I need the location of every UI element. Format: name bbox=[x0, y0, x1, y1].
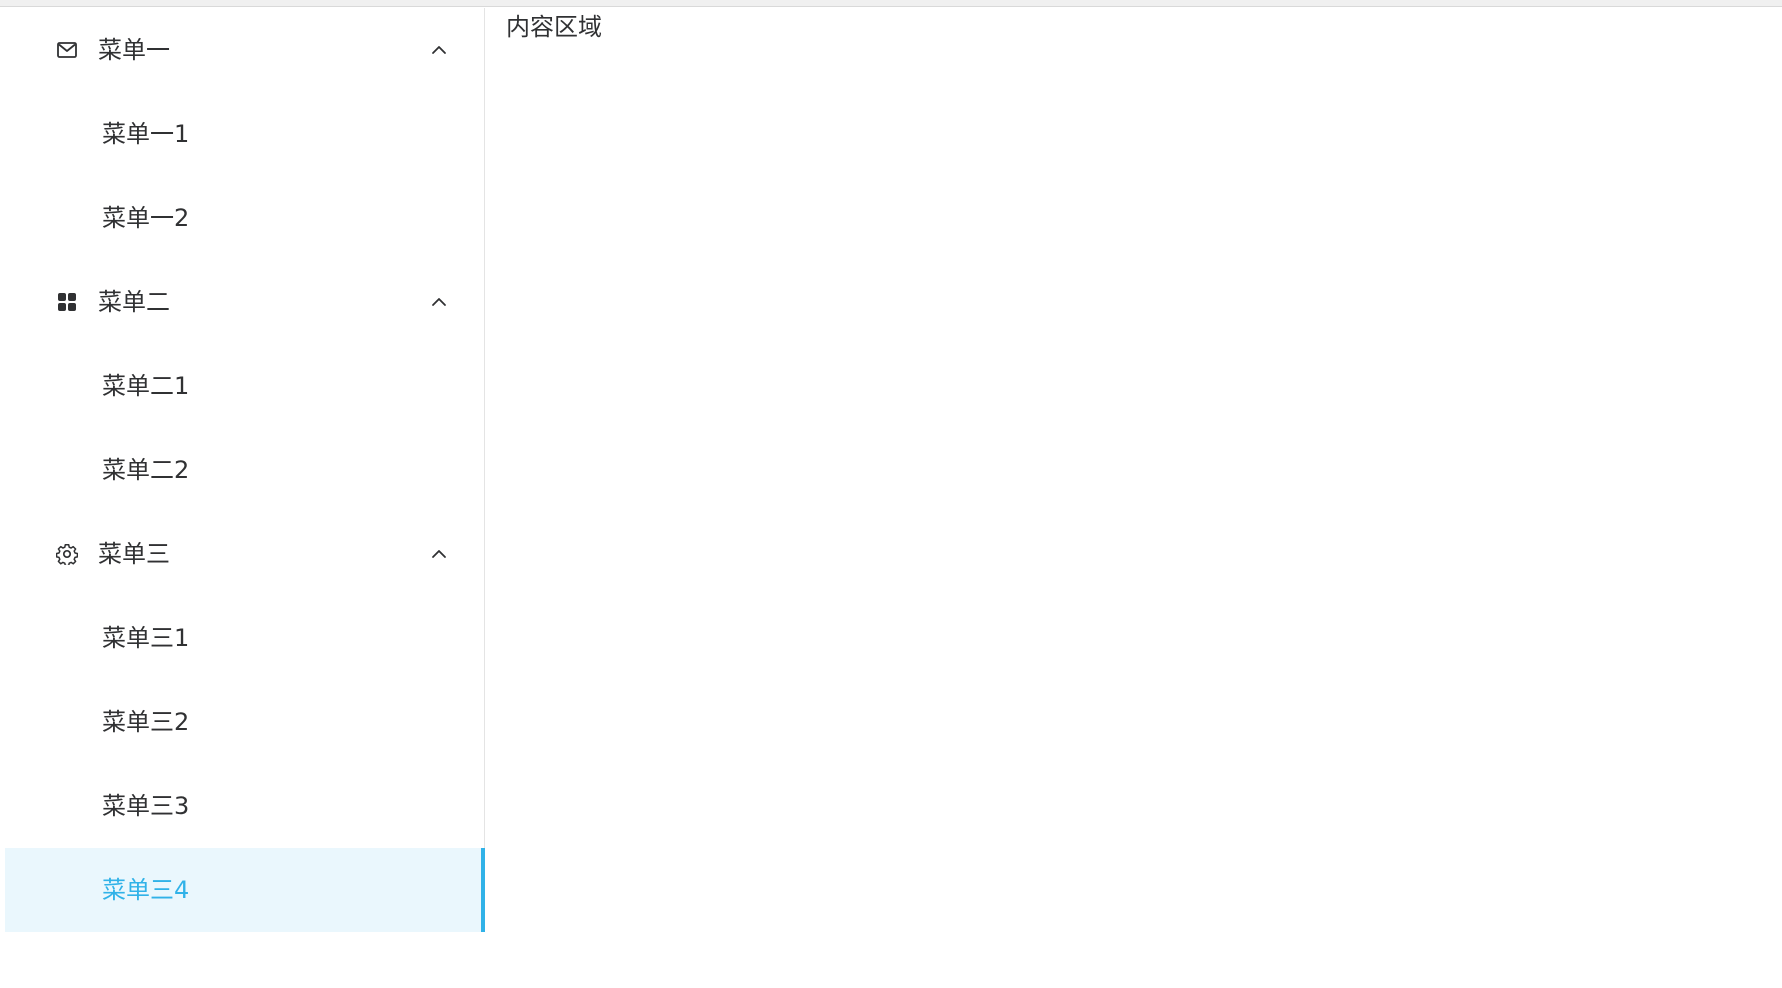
content-text: 内容区域 bbox=[506, 13, 602, 41]
submenu-title-label: 菜单三 bbox=[98, 540, 170, 568]
content-area: 内容区域 bbox=[486, 8, 1782, 988]
submenu-title-label: 菜单二 bbox=[98, 288, 170, 316]
menu-item-3-3[interactable]: 菜单三3 bbox=[5, 764, 484, 848]
submenu-title-label: 菜单一 bbox=[98, 36, 170, 64]
gear-icon bbox=[56, 543, 78, 565]
menu-item-2-1[interactable]: 菜单二1 bbox=[5, 344, 484, 428]
mail-icon bbox=[56, 39, 78, 61]
menu-item-1-1[interactable]: 菜单一1 bbox=[5, 92, 484, 176]
menu-item-2-2[interactable]: 菜单二2 bbox=[5, 428, 484, 512]
chevron-up-icon bbox=[432, 298, 446, 306]
chevron-up-icon bbox=[432, 46, 446, 54]
grid-icon bbox=[56, 291, 78, 313]
chevron-up-icon bbox=[432, 550, 446, 558]
menu-item-3-1[interactable]: 菜单三1 bbox=[5, 596, 484, 680]
submenu-title-3[interactable]: 菜单三 bbox=[5, 512, 484, 596]
sidebar-menu: 菜单一 菜单一1 菜单一2 菜单二 菜单二1 菜单二2 菜单三 菜单三1 菜单三… bbox=[5, 8, 485, 932]
submenu-title-1[interactable]: 菜单一 bbox=[5, 8, 484, 92]
menu-item-3-2[interactable]: 菜单三2 bbox=[5, 680, 484, 764]
submenu-title-2[interactable]: 菜单二 bbox=[5, 260, 484, 344]
window-top-edge bbox=[0, 0, 1782, 7]
menu-item-3-4-active[interactable]: 菜单三4 bbox=[5, 848, 485, 932]
menu-item-1-2[interactable]: 菜单一2 bbox=[5, 176, 484, 260]
